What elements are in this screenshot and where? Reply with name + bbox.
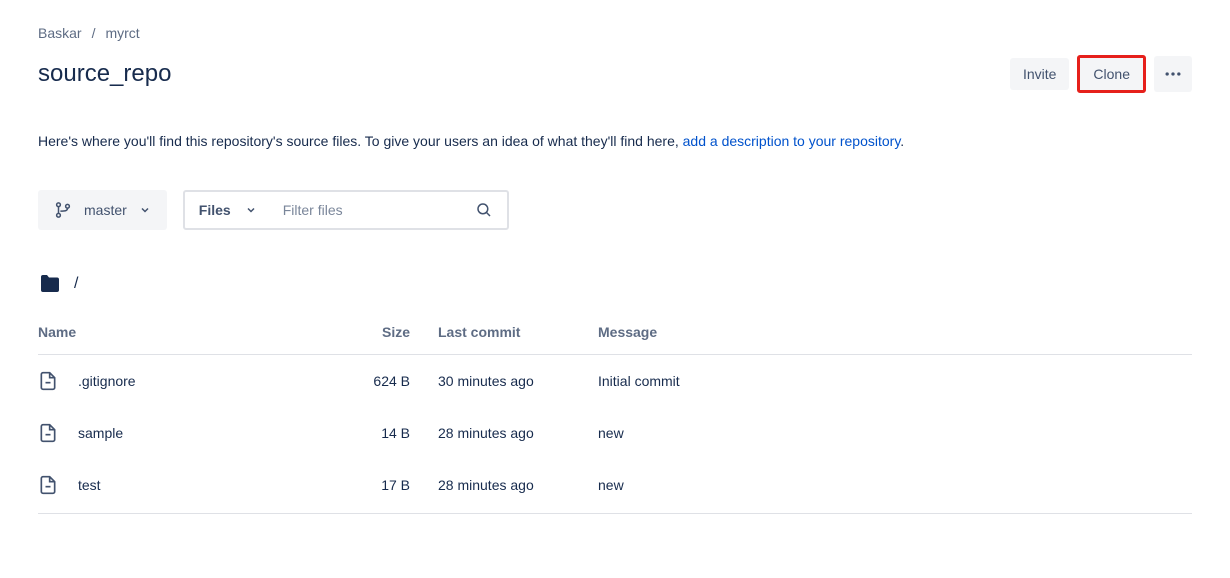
file-link[interactable]: .gitignore bbox=[78, 373, 136, 389]
file-last-commit: 28 minutes ago bbox=[438, 407, 598, 459]
file-link[interactable]: sample bbox=[78, 425, 123, 441]
toolbar: master Files bbox=[38, 190, 1192, 230]
invite-button[interactable]: Invite bbox=[1010, 58, 1069, 90]
folder-icon bbox=[38, 272, 62, 296]
file-icon bbox=[38, 423, 58, 443]
actions: Invite Clone bbox=[1010, 55, 1192, 93]
col-header-name: Name bbox=[38, 314, 338, 355]
table-row: test 17 B28 minutes agonew bbox=[38, 459, 1192, 514]
branch-selector[interactable]: master bbox=[38, 190, 167, 230]
files-selector-label: Files bbox=[199, 202, 231, 218]
more-actions-button[interactable] bbox=[1154, 56, 1192, 92]
file-last-commit: 28 minutes ago bbox=[438, 459, 598, 514]
breadcrumb-owner[interactable]: Baskar bbox=[38, 25, 82, 41]
files-type-selector[interactable]: Files bbox=[185, 193, 271, 227]
col-header-size: Size bbox=[338, 314, 438, 355]
path-row: / bbox=[38, 272, 1192, 296]
file-size: 14 B bbox=[338, 407, 438, 459]
filter-files-input[interactable] bbox=[271, 193, 461, 227]
breadcrumb: Baskar / myrct bbox=[38, 25, 1192, 41]
file-size: 17 B bbox=[338, 459, 438, 514]
files-filter: Files bbox=[183, 190, 509, 230]
clone-button[interactable]: Clone bbox=[1077, 55, 1146, 93]
chevron-down-icon bbox=[139, 204, 151, 216]
page-title: source_repo bbox=[38, 60, 171, 88]
repo-description: Here's where you'll find this repository… bbox=[38, 131, 1192, 152]
file-table: Name Size Last commit Message .gitignore… bbox=[38, 314, 1192, 514]
file-icon bbox=[38, 475, 58, 495]
file-link[interactable]: test bbox=[78, 477, 101, 493]
table-row: sample 14 B28 minutes agonew bbox=[38, 407, 1192, 459]
col-header-last-commit: Last commit bbox=[438, 314, 598, 355]
chevron-down-icon bbox=[245, 204, 257, 216]
search-button[interactable] bbox=[461, 192, 507, 228]
add-description-link[interactable]: add a description to your repository bbox=[683, 133, 901, 149]
file-message: Initial commit bbox=[598, 355, 1192, 408]
file-size: 624 B bbox=[338, 355, 438, 408]
header-row: source_repo Invite Clone bbox=[38, 55, 1192, 93]
branch-name: master bbox=[84, 202, 127, 218]
file-icon bbox=[38, 371, 58, 391]
search-icon bbox=[475, 201, 493, 219]
file-message: new bbox=[598, 459, 1192, 514]
col-header-message: Message bbox=[598, 314, 1192, 355]
description-text: Here's where you'll find this repository… bbox=[38, 133, 683, 149]
branch-icon bbox=[54, 201, 72, 219]
file-last-commit: 30 minutes ago bbox=[438, 355, 598, 408]
file-message: new bbox=[598, 407, 1192, 459]
table-row: .gitignore 624 B30 minutes agoInitial com… bbox=[38, 355, 1192, 408]
breadcrumb-repo[interactable]: myrct bbox=[105, 25, 139, 41]
breadcrumb-separator: / bbox=[92, 25, 96, 41]
ellipsis-horizontal-icon bbox=[1163, 64, 1183, 84]
current-path: / bbox=[74, 275, 78, 293]
